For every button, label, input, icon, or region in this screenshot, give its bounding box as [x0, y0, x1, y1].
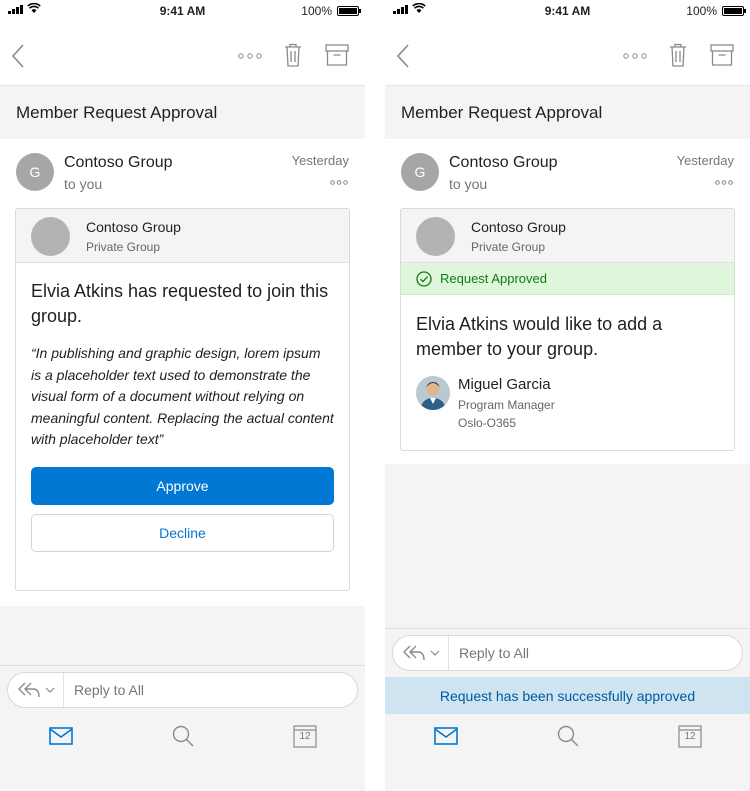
more-icon: [330, 179, 348, 185]
member-name: Miguel Garcia: [458, 376, 551, 393]
mail-icon: [434, 727, 458, 745]
request-quote: “In publishing and graphic design, lorem…: [31, 345, 334, 447]
trash-icon: [285, 43, 301, 67]
request-headline: Elvia Atkins has requested to join this …: [31, 281, 329, 326]
group-header: Contoso Group Private Group: [401, 209, 734, 263]
approval-card: Contoso Group Private Group Elvia Atkins…: [15, 208, 350, 591]
battery-icon: [722, 6, 746, 16]
sender-avatar: G: [16, 153, 54, 191]
card-body: Elvia Atkins would like to add a member …: [401, 295, 734, 450]
check-circle-icon: [416, 270, 432, 287]
tab-calendar[interactable]: 12: [675, 721, 705, 751]
approved-screen: 9:41 AM 100% Member Request Approval G C…: [385, 0, 750, 791]
battery-icon: [337, 6, 361, 16]
tab-bar: 12: [385, 714, 750, 791]
more-icon: [623, 53, 647, 59]
reply-bar: Reply to All: [0, 665, 365, 711]
recipient-text: to you: [64, 176, 103, 192]
archive-button[interactable]: [709, 42, 735, 68]
reply-all-button[interactable]: [8, 673, 64, 707]
navigation-bar: [0, 22, 365, 86]
email-message: G Contoso Group to you Yesterday Contoso…: [0, 139, 365, 606]
tab-mail[interactable]: [431, 721, 461, 751]
member-location: Oslo-O365: [458, 416, 517, 430]
battery-percent: 100%: [301, 4, 332, 18]
approve-button[interactable]: Approve: [31, 466, 334, 505]
group-header: Contoso Group Private Group: [16, 209, 349, 263]
reply-field[interactable]: Reply to All: [392, 635, 743, 671]
message-more-button[interactable]: [714, 178, 734, 186]
approved-banner: Request Approved: [401, 263, 734, 295]
more-options-button[interactable]: [236, 46, 264, 66]
status-bar: 9:41 AM 100%: [0, 0, 365, 22]
group-type: Private Group: [471, 240, 546, 254]
sender-name: Contoso Group: [64, 154, 173, 171]
email-subject: Member Request Approval: [0, 87, 365, 139]
reply-all-button[interactable]: [393, 636, 449, 670]
calendar-day: 12: [684, 731, 696, 742]
tab-search[interactable]: [553, 721, 583, 751]
reply-placeholder: Reply to All: [74, 682, 145, 698]
recipient-text: to you: [449, 176, 488, 192]
member-title: Program Manager: [458, 398, 555, 412]
group-name: Contoso Group: [471, 219, 566, 235]
approved-status-text: Request Approved: [440, 271, 547, 286]
member-avatar: [416, 376, 450, 410]
archive-button[interactable]: [324, 42, 350, 68]
sender-avatar: G: [401, 153, 439, 191]
reply-all-icon: [17, 682, 40, 698]
status-bar: 9:41 AM 100%: [385, 0, 750, 22]
chevron-down-icon: [430, 650, 439, 656]
message-timestamp: Yesterday: [291, 153, 349, 168]
request-screen: 9:41 AM 100% Member Request Approval G C…: [0, 0, 365, 791]
archive-icon: [325, 44, 349, 66]
group-type: Private Group: [86, 240, 161, 254]
more-icon: [715, 179, 733, 185]
more-icon: [238, 53, 262, 59]
success-toast: Request has been successfully approved: [385, 677, 750, 714]
navigation-bar: [385, 22, 750, 86]
approval-card: Contoso Group Private Group Request Appr…: [400, 208, 735, 451]
group-name: Contoso Group: [86, 219, 181, 235]
calendar-day: 12: [299, 731, 311, 742]
group-avatar: [31, 217, 70, 256]
chevron-down-icon: [45, 687, 54, 693]
search-icon: [172, 725, 194, 747]
card-body: Elvia Atkins has requested to join this …: [16, 263, 349, 568]
delete-button[interactable]: [667, 42, 689, 68]
message-more-button[interactable]: [329, 178, 349, 186]
battery-percent: 100%: [686, 4, 717, 18]
trash-icon: [670, 43, 686, 67]
decline-button[interactable]: Decline: [31, 513, 334, 552]
search-icon: [557, 725, 579, 747]
approved-headline: Elvia Atkins would like to add a member …: [416, 314, 663, 359]
mail-icon: [49, 727, 73, 745]
person-photo-icon: [416, 376, 450, 410]
archive-icon: [710, 44, 734, 66]
reply-field[interactable]: Reply to All: [7, 672, 358, 708]
tab-bar: 12: [0, 711, 365, 791]
reply-bar: Reply to All: [385, 628, 750, 674]
back-button[interactable]: [6, 42, 30, 70]
back-button[interactable]: [391, 42, 415, 70]
chevron-left-icon: [12, 44, 24, 68]
reply-all-icon: [402, 645, 425, 661]
sender-name: Contoso Group: [449, 154, 558, 171]
group-avatar: [416, 217, 455, 256]
email-message: G Contoso Group to you Yesterday Contoso…: [385, 139, 750, 464]
member-card[interactable]: Miguel Garcia Program Manager Oslo-O365: [416, 376, 719, 436]
reply-placeholder: Reply to All: [459, 645, 530, 661]
delete-button[interactable]: [282, 42, 304, 68]
tab-mail[interactable]: [46, 721, 76, 751]
message-timestamp: Yesterday: [676, 153, 734, 168]
more-options-button[interactable]: [621, 46, 649, 66]
email-subject: Member Request Approval: [385, 87, 750, 139]
tab-calendar[interactable]: 12: [290, 721, 320, 751]
tab-search[interactable]: [168, 721, 198, 751]
chevron-left-icon: [397, 44, 409, 68]
